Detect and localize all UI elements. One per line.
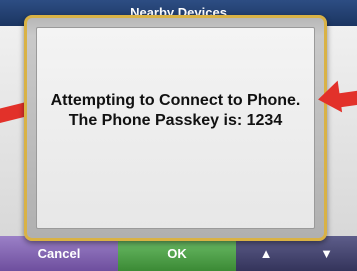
down-arrow-icon: ▼	[320, 246, 333, 261]
scroll-down-button[interactable]: ▼	[296, 236, 357, 271]
ok-button-label: OK	[167, 246, 187, 261]
right-arrow-head-icon	[315, 80, 343, 116]
dialog-message: Attempting to Connect to Phone. The Phon…	[50, 92, 301, 129]
dialog-panel: Attempting to Connect to Phone. The Phon…	[36, 27, 315, 229]
scroll-up-button[interactable]: ▲	[236, 236, 296, 271]
up-arrow-icon: ▲	[259, 246, 273, 261]
cancel-button[interactable]: Cancel	[0, 236, 118, 271]
cancel-button-label: Cancel	[37, 246, 81, 261]
connection-dialog: Attempting to Connect to Phone. The Phon…	[24, 15, 327, 241]
ok-button[interactable]: OK	[118, 236, 236, 271]
bottom-button-bar: Cancel OK ▲ ▼	[0, 236, 357, 271]
